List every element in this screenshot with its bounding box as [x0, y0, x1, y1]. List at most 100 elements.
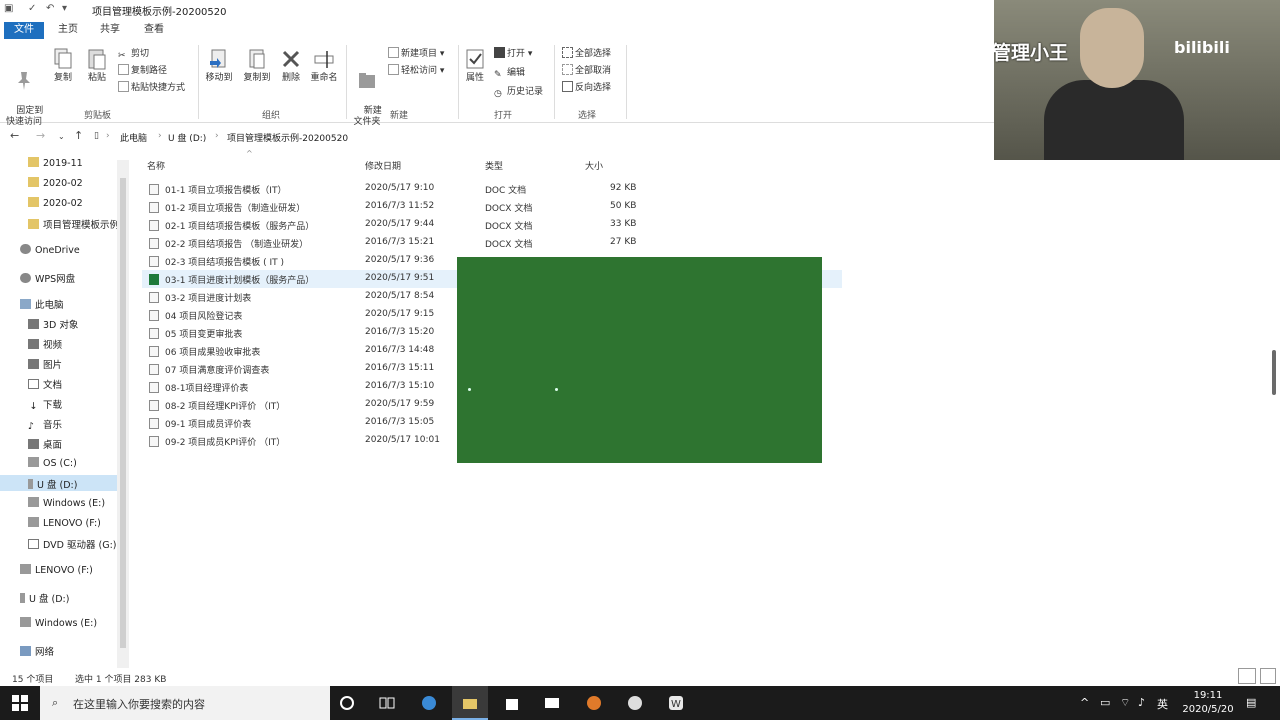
folder-icon [463, 699, 477, 709]
nav-item-folder[interactable]: 2019-11 [28, 157, 83, 169]
pin-quick-access-button[interactable]: 固定到 快速访问 [4, 47, 44, 139]
copy-path-button[interactable]: 复制路径 [118, 63, 167, 76]
scrollbar-thumb[interactable] [1272, 350, 1276, 395]
file-row[interactable]: 02-1 项目结项报告模板（服务产品） 2020/5/17 9:44 DOCX 文档… [142, 216, 842, 234]
quick-access-check-icon[interactable]: ✓ [28, 3, 36, 14]
edge-browser-icon[interactable] [420, 694, 438, 712]
nav-item-folder[interactable]: 2020-02 [28, 177, 83, 189]
nav-item-windows-e[interactable]: Windows (E:) [20, 617, 97, 629]
nav-item-folder[interactable]: 2020-02 [28, 197, 83, 209]
nav-item-3d-objects[interactable]: 3D 对象 [28, 317, 78, 331]
drive-icon [28, 517, 39, 527]
cortana-icon[interactable] [338, 694, 356, 712]
nav-item-drive-c[interactable]: OS (C:) [28, 457, 77, 469]
file-row[interactable]: 01-2 项目立项报告（制造业研发） 2016/7/3 11:52 DOCX 文档 5… [142, 198, 842, 216]
new-folder-button[interactable]: 新建 文件夹 [350, 47, 384, 139]
tab-file[interactable]: 文件 [4, 22, 44, 39]
move-to-button[interactable]: 移动到 [202, 47, 236, 84]
nav-item-drive-f[interactable]: LENOVO (F:) [28, 517, 101, 529]
quick-access-dropdown-icon[interactable]: ▾ [62, 3, 67, 14]
column-header-name[interactable]: 名称 [147, 159, 165, 172]
properties-button[interactable]: 属性 [462, 47, 488, 84]
wifi-icon[interactable]: ⌔ [1120, 696, 1130, 710]
file-row[interactable]: 02-2 项目结项报告 （制造业研发） 2016/7/3 15:21 DOCX 文档… [142, 234, 842, 252]
tab-view[interactable]: 查看 [134, 22, 174, 39]
nav-item-desktop[interactable]: 桌面 [28, 437, 62, 451]
quick-access-undo-icon[interactable]: ↶ [46, 3, 54, 14]
nav-pane-scrollbar[interactable] [117, 160, 129, 668]
nav-item-music[interactable]: ♪ 音乐 [28, 417, 62, 432]
recent-dropdown-icon[interactable]: ⌄ [58, 132, 65, 141]
up-arrow-icon[interactable]: ↑ [74, 129, 83, 142]
select-none-button[interactable]: 全部取消 [562, 63, 611, 76]
wps-icon[interactable]: W [667, 694, 685, 712]
task-view-icon[interactable] [378, 694, 396, 712]
tray-expand-icon[interactable]: ^ [1080, 696, 1089, 709]
scrollbar-thumb[interactable] [120, 178, 126, 648]
notification-icon[interactable]: ▤ [1246, 696, 1256, 709]
browser-icon[interactable] [585, 694, 603, 712]
nav-item-downloads[interactable]: ↓ 下载 [28, 397, 63, 412]
nav-item-dvd-drive[interactable]: DVD 驱动器 (G:) [28, 537, 116, 551]
app-icon[interactable]: ▣ [4, 3, 13, 14]
cut-button[interactable]: ✂ 剪切 [118, 46, 149, 62]
new-folder-label: 新建 文件夹 [353, 106, 382, 127]
nav-item-folder[interactable]: 项目管理模板示例 [28, 217, 119, 231]
column-header-date[interactable]: 修改日期 [365, 159, 401, 172]
nav-item-pictures[interactable]: 图片 [28, 357, 62, 371]
mail-icon[interactable] [543, 694, 561, 712]
details-view-icon[interactable] [1238, 668, 1256, 684]
network-icon [20, 646, 31, 656]
breadcrumb-usb-drive[interactable]: U 盘 (D:) [168, 131, 206, 144]
nav-item-network[interactable]: 网络 [20, 644, 54, 658]
select-all-button[interactable]: 全部选择 [562, 46, 611, 59]
nav-item-wps-cloud[interactable]: WPS网盘 [20, 271, 75, 285]
breadcrumb-this-pc[interactable]: 此电脑 [120, 131, 147, 144]
store-icon[interactable] [503, 694, 521, 712]
column-header-type[interactable]: 类型 [485, 159, 503, 172]
nav-item-drive-e[interactable]: Windows (E:) [28, 497, 105, 509]
app-icon[interactable] [626, 694, 644, 712]
ime-indicator[interactable]: 英 [1157, 696, 1168, 712]
back-arrow-icon[interactable]: ← [10, 129, 19, 142]
taskbar-search-box[interactable]: ⌕ 在这里输入你要搜索的内容 [40, 686, 330, 720]
ribbon: 固定到 快速访问 复制 粘贴 ✂ 剪切 复制路径 粘贴快捷方式 剪贴板 移动到 复… [0, 39, 994, 127]
history-label: 历史记录 [507, 87, 544, 97]
paste-shortcut-button[interactable]: 粘贴快捷方式 [118, 80, 185, 93]
nav-item-usb-d[interactable]: U 盘 (D:) [20, 591, 69, 605]
paste-button[interactable]: 粘贴 [82, 47, 112, 84]
windows-start-icon[interactable] [11, 694, 29, 712]
easy-access-button[interactable]: 轻松访问 ▾ [388, 63, 444, 76]
ribbon-divider [554, 45, 555, 119]
nav-item-videos[interactable]: 视频 [28, 337, 62, 351]
tray-app-icon[interactable]: ▭ [1100, 696, 1110, 709]
taskbar-clock[interactable]: 19:11 2020/5/20 [1180, 689, 1236, 717]
nav-item-this-pc[interactable]: 此电脑 [20, 297, 64, 311]
nav-item-documents[interactable]: 文档 [28, 377, 62, 391]
file-date: 2016/7/3 15:21 [365, 237, 435, 247]
rename-button[interactable]: 重命名 [308, 47, 340, 84]
history-button[interactable]: ◷ 历史记录 [494, 84, 543, 100]
large-icons-view-icon[interactable] [1260, 668, 1276, 684]
copy-to-button[interactable]: 复制到 [240, 47, 274, 84]
column-header-size[interactable]: 大小 [585, 159, 603, 172]
edit-button[interactable]: ✎ 编辑 [494, 65, 525, 81]
file-row[interactable]: 01-1 项目立项报告模板（IT） 2020/5/17 9:10 DOC 文档 92 … [142, 180, 842, 198]
new-item-button[interactable]: 新建项目 ▾ [388, 46, 444, 59]
delete-button[interactable]: 删除 [278, 47, 304, 84]
tab-home[interactable]: 主页 [48, 22, 88, 39]
new-group-label: 新建 [390, 111, 409, 121]
file-explorer-taskbar-button[interactable] [452, 686, 488, 720]
invert-selection-button[interactable]: 反向选择 [562, 80, 611, 93]
volume-icon[interactable]: ♪ [1138, 696, 1145, 709]
nav-item-onedrive[interactable]: OneDrive [20, 244, 80, 256]
copy-button[interactable]: 复制 [48, 47, 78, 84]
open-button[interactable]: 打开 ▾ [494, 46, 532, 59]
forward-arrow-icon[interactable]: → [36, 129, 45, 142]
tab-share[interactable]: 共享 [90, 22, 130, 39]
file-type: DOCX 文档 [485, 240, 533, 250]
nav-item-drive-d-selected[interactable]: U 盘 (D:) [0, 475, 117, 491]
content-scrollbar[interactable] [1270, 145, 1278, 665]
breadcrumb-current-folder[interactable]: 项目管理模板示例-20200520 [227, 131, 348, 144]
nav-item-lenovo-f[interactable]: LENOVO (F:) [20, 564, 93, 576]
